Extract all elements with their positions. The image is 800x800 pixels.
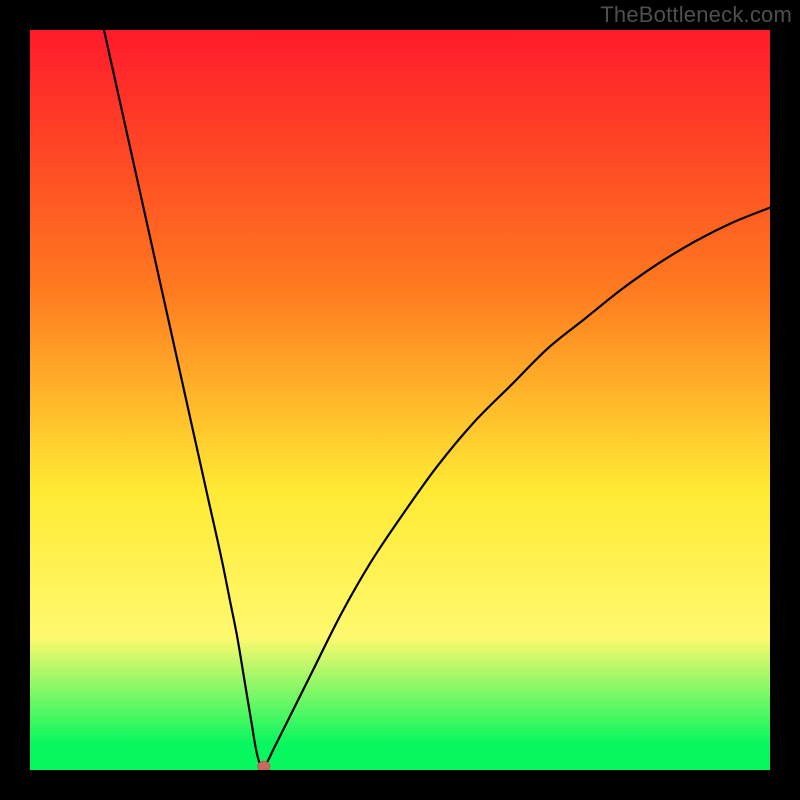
chart-background bbox=[30, 30, 770, 770]
minimum-marker bbox=[258, 761, 270, 770]
chart-frame: TheBottleneck.com bbox=[0, 0, 800, 800]
watermark-text: TheBottleneck.com bbox=[600, 2, 792, 28]
bottleneck-chart bbox=[30, 30, 770, 770]
